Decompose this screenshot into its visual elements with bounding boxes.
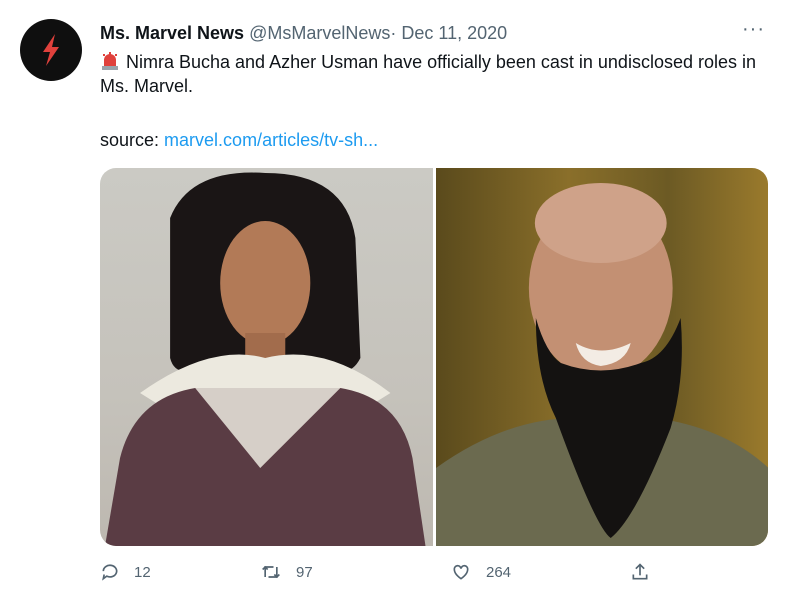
like-button[interactable]: 264 [450, 562, 630, 582]
photo-azher-usman[interactable] [435, 168, 768, 546]
separator: · [390, 23, 397, 43]
tweet-header: Ms. Marvel News @MsMarvelNews· Dec 11, 2… [100, 22, 727, 44]
avatar[interactable] [20, 19, 82, 81]
like-icon [453, 564, 469, 580]
retweet-count: 97 [296, 563, 313, 581]
more-icon[interactable]: ··· [742, 18, 765, 41]
media-grid [100, 168, 768, 546]
retweet-button[interactable]: 97 [260, 562, 450, 582]
source-link[interactable]: marvel.com/articles/tv-sh... [164, 130, 378, 150]
siren-icon [102, 52, 118, 70]
photo-nimra-bucha[interactable] [100, 168, 433, 546]
author-name[interactable]: Ms. Marvel News [100, 23, 244, 43]
reply-count: 12 [134, 563, 151, 581]
share-icon [632, 563, 648, 580]
action-bar: 12 97 264 [100, 562, 680, 582]
source-line: source: marvel.com/articles/tv-sh... [100, 130, 378, 151]
reply-icon [102, 564, 118, 581]
lightning-icon [43, 34, 59, 66]
tweet-date[interactable]: Dec 11, 2020 [401, 23, 507, 43]
author-handle[interactable]: @MsMarvelNews [249, 23, 390, 43]
reply-button[interactable]: 12 [100, 562, 260, 582]
source-label: source: [100, 130, 160, 150]
tweet[interactable]: Ms. Marvel News @MsMarvelNews· Dec 11, 2… [0, 0, 787, 600]
like-count: 264 [486, 563, 512, 581]
tweet-text: Nimra Bucha and Azher Usman have officia… [100, 52, 756, 96]
retweet-icon [262, 565, 280, 579]
share-button[interactable] [630, 562, 650, 582]
tweet-text-block: Nimra Bucha and Azher Usman have officia… [100, 50, 760, 98]
